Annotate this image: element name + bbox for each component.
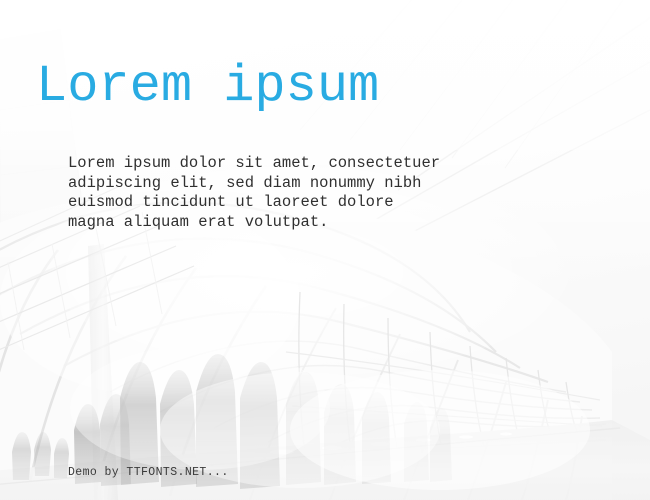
font-specimen-image: Lorem ipsum Lorem ipsum dolor sit amet, … — [0, 0, 650, 500]
specimen-body-text: Lorem ipsum dolor sit amet, consectetuer… — [68, 154, 441, 231]
specimen-footer-credit: Demo by TTFONTS.NET... — [68, 466, 229, 479]
specimen-headline: Lorem ipsum — [36, 57, 380, 116]
specimen-text-layer: Lorem ipsum Lorem ipsum dolor sit amet, … — [0, 0, 650, 500]
